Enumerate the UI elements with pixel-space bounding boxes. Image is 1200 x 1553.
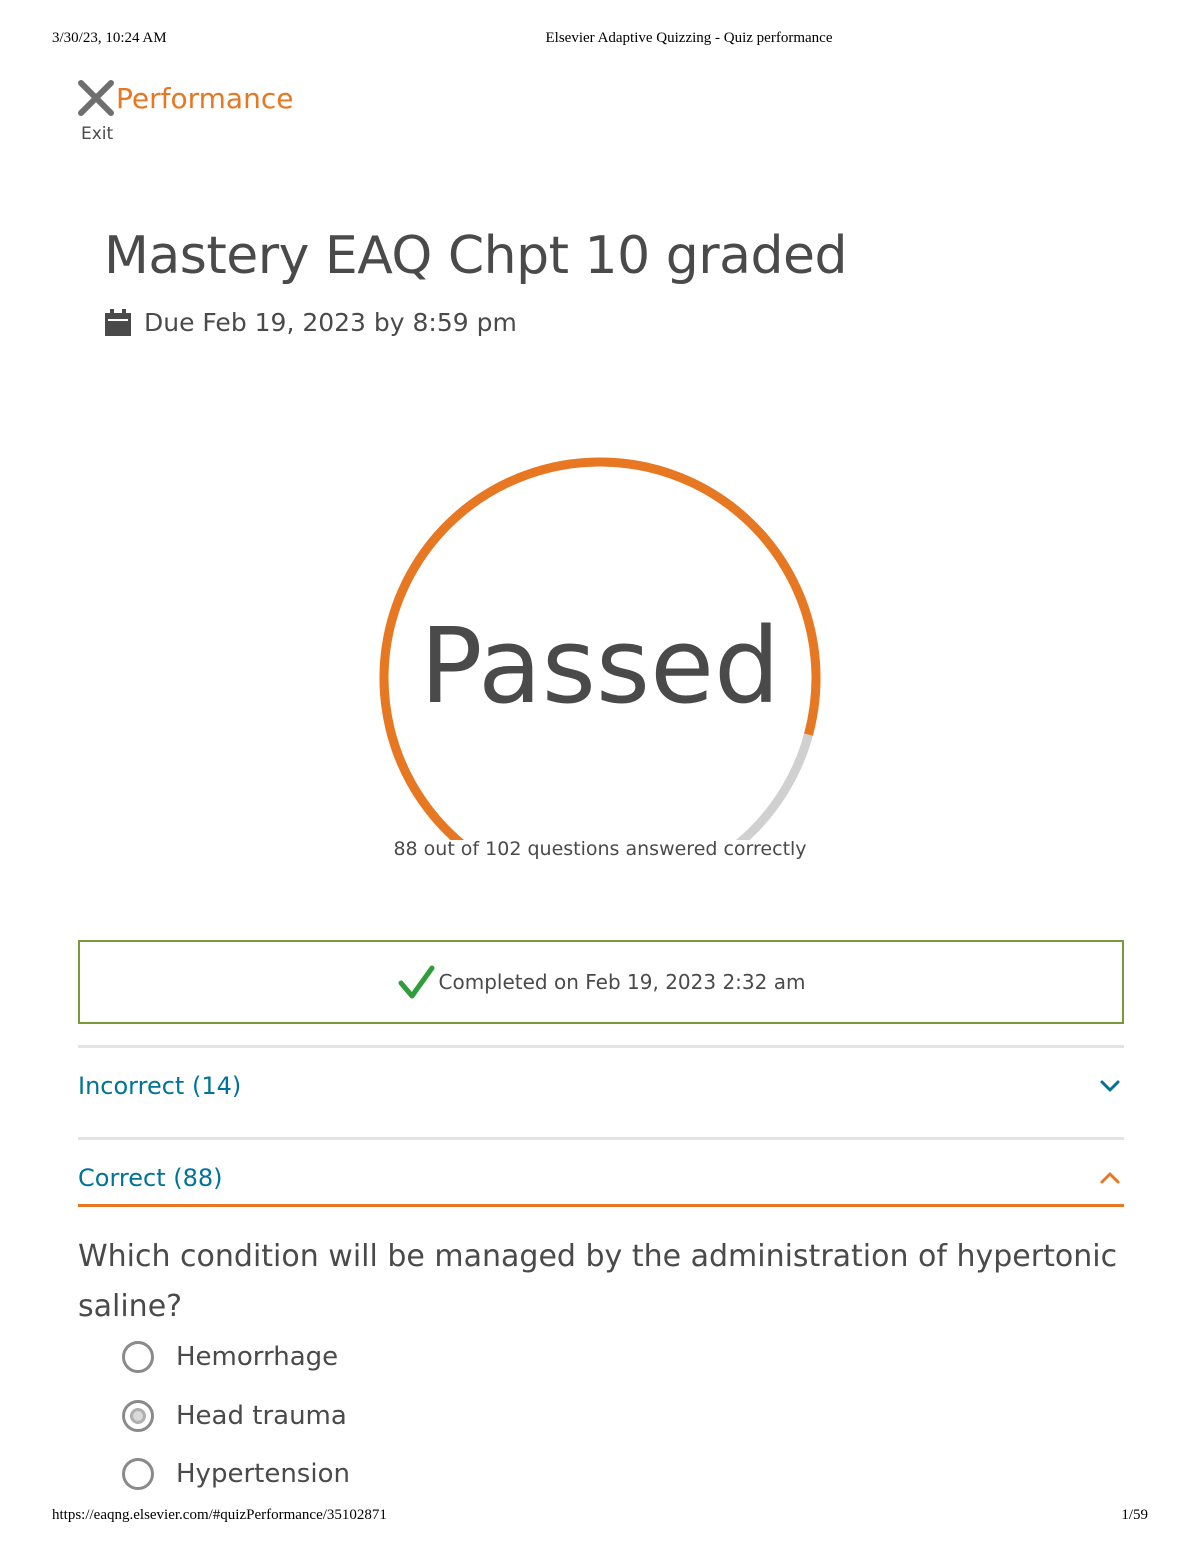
due-date-text: Due Feb 19, 2023 by 8:59 pm: [144, 308, 517, 337]
quiz-title: Mastery EAQ Chpt 10 graded: [104, 226, 848, 286]
completion-banner: Completed on Feb 19, 2023 2:32 am: [78, 940, 1124, 1024]
chevron-up-icon[interactable]: [1098, 1166, 1122, 1190]
answer-option[interactable]: Head trauma: [122, 1400, 347, 1432]
answer-option[interactable]: Hypertension: [122, 1458, 350, 1490]
page-title: Performance: [116, 82, 294, 115]
exit-control[interactable]: Exit: [76, 78, 116, 144]
divider: [78, 1137, 1124, 1140]
calendar-icon: [105, 308, 131, 336]
checkmark-icon: [398, 965, 435, 999]
answer-option-label[interactable]: Hemorrhage: [176, 1342, 338, 1372]
divider: [78, 1045, 1124, 1048]
gauge-caption: 88 out of 102 questions answered correct…: [393, 838, 807, 860]
question-text: Which condition will be managed by the a…: [78, 1239, 1118, 1324]
correct-section-label[interactable]: Correct (88): [78, 1164, 223, 1192]
section-active-underline: [78, 1204, 1124, 1207]
radio-button[interactable]: [122, 1341, 154, 1373]
incorrect-section-toggle[interactable]: Incorrect (14): [78, 1072, 1124, 1100]
answer-option[interactable]: Hemorrhage: [122, 1341, 338, 1373]
answer-option-label[interactable]: Hypertension: [176, 1459, 350, 1489]
due-date-row: Due Feb 19, 2023 by 8:59 pm: [104, 308, 517, 337]
completion-text: Completed on Feb 19, 2023 2:32 am: [438, 970, 806, 994]
radio-button-selected[interactable]: [122, 1400, 154, 1432]
close-icon[interactable]: [76, 78, 116, 118]
gauge-status: Passed: [419, 605, 781, 727]
print-page-number: 1/59: [1121, 1507, 1148, 1523]
correct-section-toggle[interactable]: Correct (88): [78, 1164, 1124, 1192]
chevron-down-icon[interactable]: [1098, 1074, 1122, 1098]
print-page-title: Elsevier Adaptive Quizzing - Quiz perfor…: [545, 30, 833, 46]
print-url: https://eaqng.elsevier.com/#quizPerforma…: [52, 1507, 387, 1523]
incorrect-section-label[interactable]: Incorrect (14): [78, 1072, 241, 1100]
radio-button[interactable]: [122, 1458, 154, 1490]
exit-label[interactable]: Exit: [81, 124, 113, 144]
answer-option-label[interactable]: Head trauma: [176, 1401, 347, 1431]
